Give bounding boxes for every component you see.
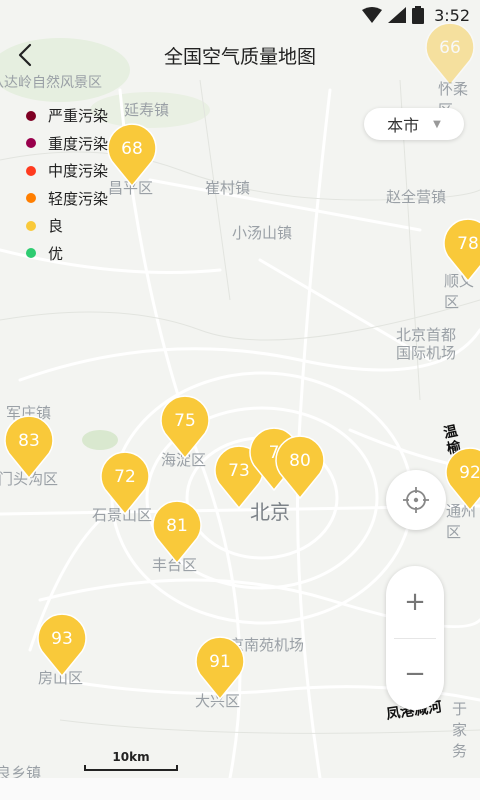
marker-aqi-value: 83 <box>18 431 40 451</box>
wifi-icon <box>362 7 383 23</box>
legend-swatch <box>26 138 36 149</box>
legend-label: 重度污染 <box>48 134 109 153</box>
battery-icon <box>412 6 425 24</box>
legend-item: 轻度污染 <box>26 185 108 213</box>
aqi-marker[interactable]: 92 <box>445 447 480 512</box>
marker-aqi-value: 78 <box>457 234 479 254</box>
region-select[interactable]: 本市 ▼ <box>364 108 464 140</box>
region-select-value: 本市 <box>387 116 420 135</box>
marker-aqi-value: 91 <box>209 652 231 672</box>
legend-swatch <box>26 193 36 204</box>
marker-aqi-value: 73 <box>228 461 250 481</box>
marker-aqi-value: 92 <box>459 463 480 483</box>
legend-label: 严重污染 <box>48 107 109 126</box>
marker-aqi-value: 93 <box>51 629 73 649</box>
legend-label: 优 <box>48 244 64 263</box>
marker-aqi-value: 80 <box>289 451 311 471</box>
scale-label: 10km <box>112 750 150 764</box>
signal-icon <box>388 7 407 23</box>
legend-item: 优 <box>26 240 108 268</box>
legend-label: 良 <box>48 217 64 236</box>
legend-item: 重度污染 <box>26 130 108 158</box>
legend-item: 良 <box>26 212 108 240</box>
scale-line <box>84 765 178 771</box>
legend-item: 严重污染 <box>26 102 108 130</box>
zoom-in-button[interactable]: + <box>386 566 444 638</box>
legend-item: 中度污染 <box>26 157 108 185</box>
legend-swatch <box>26 248 36 259</box>
marker-aqi-value: 72 <box>114 467 136 487</box>
aqi-marker[interactable]: 81 <box>152 500 202 565</box>
legend-swatch <box>26 110 36 121</box>
zoom-control: + − <box>386 566 444 710</box>
aqi-marker[interactable]: 78 <box>443 218 480 283</box>
status-time: 3:52 <box>434 5 470 25</box>
legend-swatch <box>26 165 36 176</box>
status-bar: 3:52 <box>0 0 480 30</box>
aqi-legend: 严重污染 重度污染 中度污染 轻度污染 良 优 <box>26 102 108 267</box>
scale-bar: 10km <box>84 750 178 771</box>
crosshair-icon <box>403 487 429 513</box>
marker-aqi-value: 68 <box>121 139 143 159</box>
title-bar: 全国空气质量地图 <box>0 30 480 80</box>
page-title: 全国空气质量地图 <box>163 45 316 68</box>
legend-label: 中度污染 <box>48 162 109 181</box>
aqi-marker[interactable]: 83 <box>4 415 54 480</box>
caret-down-icon: ▼ <box>433 118 441 130</box>
legend-swatch <box>26 220 36 231</box>
zoom-out-button[interactable]: − <box>386 639 444 711</box>
marker-aqi-value: 81 <box>166 516 188 536</box>
marker-aqi-value: 75 <box>174 411 196 431</box>
aqi-marker[interactable]: 91 <box>195 636 245 701</box>
legend-label: 轻度污染 <box>48 189 109 208</box>
aqi-marker[interactable]: 75 <box>160 395 210 460</box>
aqi-marker[interactable]: 72 <box>100 451 150 516</box>
aqi-marker[interactable]: 68 <box>107 123 157 188</box>
locate-button[interactable] <box>386 470 446 530</box>
aqi-marker[interactable]: 80 <box>275 435 325 500</box>
aqi-marker[interactable]: 93 <box>37 613 87 678</box>
bottom-edge <box>0 778 480 800</box>
chevron-left-icon <box>18 43 32 67</box>
back-button[interactable] <box>10 38 40 72</box>
